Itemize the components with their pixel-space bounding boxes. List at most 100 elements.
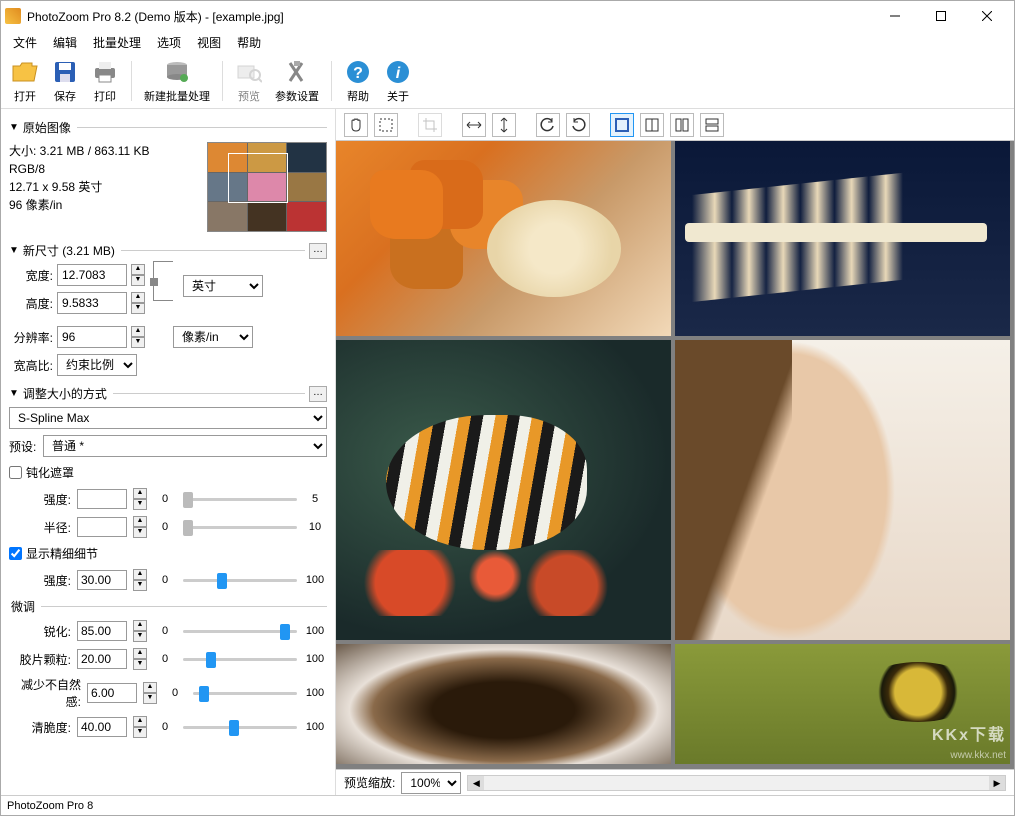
caret-down-icon: ▼ (9, 245, 19, 256)
zoom-label: 预览缩放: (344, 774, 395, 791)
menu-help[interactable]: 帮助 (229, 32, 269, 53)
width-spinner[interactable]: ▲▼ (131, 264, 145, 286)
view-split-2-button[interactable] (670, 113, 694, 137)
flip-h-button[interactable] (462, 113, 486, 137)
spinner[interactable]: ▲▼ (133, 516, 147, 538)
zoom-select[interactable]: 100% (401, 772, 461, 794)
crisp-slider[interactable] (183, 717, 297, 737)
ellipsis-button[interactable]: … (309, 243, 327, 259)
image-tile (336, 340, 671, 640)
detail-strength-slider[interactable] (183, 570, 297, 590)
spinner[interactable]: ▲▼ (133, 648, 147, 670)
unsharp-strength-slider[interactable] (183, 489, 297, 509)
ratio-label: 宽高比: (9, 357, 53, 374)
rotate-ccw-button[interactable] (536, 113, 560, 137)
unit2-select[interactable]: 像素/in (173, 326, 253, 348)
app-icon (5, 8, 21, 24)
ratio-select[interactable]: 约束比例 (57, 354, 137, 376)
menu-batch[interactable]: 批量处理 (85, 32, 149, 53)
image-tile (675, 141, 1010, 336)
grain-slider[interactable] (183, 649, 297, 669)
titlebar: PhotoZoom Pro 8.2 (Demo 版本) - [example.j… (1, 1, 1014, 31)
menu-file[interactable]: 文件 (5, 32, 45, 53)
open-button[interactable]: 打开 (7, 56, 43, 106)
params-button[interactable]: 参数设置 (271, 56, 323, 106)
width-input[interactable] (57, 264, 127, 286)
image-tile (336, 644, 671, 764)
watermark: KKx下载 (932, 721, 1006, 745)
detail-label: 显示精细细节 (26, 545, 98, 562)
preset-select[interactable]: 普通 * (43, 435, 327, 457)
detail-checkbox[interactable] (9, 547, 22, 560)
view-single-button[interactable] (610, 113, 634, 137)
caret-down-icon: ▼ (9, 122, 19, 133)
thumbnail[interactable] (207, 142, 327, 232)
rotate-cw-button[interactable] (566, 113, 590, 137)
menu-options[interactable]: 选项 (149, 32, 189, 53)
unsharp-strength-input[interactable] (77, 489, 127, 509)
hand-tool[interactable] (344, 113, 368, 137)
original-info: 大小: 3.21 MB / 863.11 KB RGB/8 12.71 x 9.… (9, 142, 207, 232)
maximize-button[interactable] (918, 1, 964, 31)
view-toolbar (336, 109, 1014, 141)
minimize-button[interactable] (872, 1, 918, 31)
artifact-input[interactable] (87, 683, 137, 703)
print-button[interactable]: 打印 (87, 56, 123, 106)
spinner[interactable]: ▲▼ (143, 682, 157, 704)
spinner[interactable]: ▲▼ (133, 488, 147, 510)
selection-tool[interactable] (374, 113, 398, 137)
width-label: 宽度: (9, 267, 53, 284)
artifact-slider[interactable] (193, 683, 297, 703)
grain-input[interactable] (77, 649, 127, 669)
new-batch-button[interactable]: 新建批量处理 (140, 56, 214, 106)
section-finetune: 微调 (5, 596, 331, 617)
height-spinner[interactable]: ▲▼ (131, 292, 145, 314)
crisp-input[interactable] (77, 717, 127, 737)
canvas[interactable]: KKx下载 www.kkx.net (336, 141, 1014, 769)
flip-v-button[interactable] (492, 113, 516, 137)
svg-text:?: ? (353, 65, 363, 82)
help-button[interactable]: ?帮助 (340, 56, 376, 106)
detail-strength-input[interactable] (77, 570, 127, 590)
spinner[interactable]: ▲▼ (133, 569, 147, 591)
sharpen-slider[interactable] (183, 621, 297, 641)
menu-edit[interactable]: 编辑 (45, 32, 85, 53)
unit1-select[interactable]: 英寸 (183, 275, 263, 297)
view-split-h-button[interactable] (640, 113, 664, 137)
about-button[interactable]: i关于 (380, 56, 416, 106)
image-tile (675, 644, 1010, 764)
preview-button[interactable]: 预览 (231, 56, 267, 106)
statusbar: PhotoZoom Pro 8 (1, 795, 1014, 815)
algo-select[interactable]: S-Spline Max (9, 407, 327, 429)
viewport: KKx下载 www.kkx.net 预览缩放: 100% ◀▶ (336, 109, 1014, 795)
unsharp-radius-input[interactable] (77, 517, 127, 537)
spinner[interactable]: ▲▼ (133, 716, 147, 738)
preset-label: 预设: (9, 438, 39, 455)
svg-text:i: i (396, 65, 401, 82)
menu-view[interactable]: 视图 (189, 32, 229, 53)
crop-tool[interactable] (418, 113, 442, 137)
height-input[interactable] (57, 292, 127, 314)
close-button[interactable] (964, 1, 1010, 31)
image-tile (336, 141, 671, 336)
res-label: 分辨率: (9, 329, 53, 346)
link-icon[interactable] (153, 261, 173, 301)
res-input[interactable] (57, 326, 127, 348)
sharpen-input[interactable] (77, 621, 127, 641)
section-newsize[interactable]: ▼ 新尺寸 (3.21 MB) … (5, 240, 331, 261)
h-scrollbar[interactable]: ◀▶ (467, 775, 1006, 791)
unsharp-checkbox[interactable] (9, 466, 22, 479)
section-method[interactable]: ▼ 调整大小的方式 … (5, 383, 331, 404)
spinner[interactable]: ▲▼ (133, 620, 147, 642)
ellipsis-button[interactable]: … (309, 386, 327, 402)
height-label: 高度: (9, 295, 53, 312)
section-original[interactable]: ▼ 原始图像 (5, 117, 331, 138)
toolbar: 打开 保存 打印 新建批量处理 预览 参数设置 ?帮助 i关于 (1, 53, 1014, 109)
res-spinner[interactable]: ▲▼ (131, 326, 145, 348)
unsharp-radius-slider[interactable] (183, 517, 297, 537)
view-split-v-button[interactable] (700, 113, 724, 137)
save-button[interactable]: 保存 (47, 56, 83, 106)
sidebar: ▼ 原始图像 大小: 3.21 MB / 863.11 KB RGB/8 12.… (1, 109, 336, 795)
watermark-url: www.kkx.net (950, 750, 1006, 761)
menubar: 文件 编辑 批量处理 选项 视图 帮助 (1, 31, 1014, 53)
